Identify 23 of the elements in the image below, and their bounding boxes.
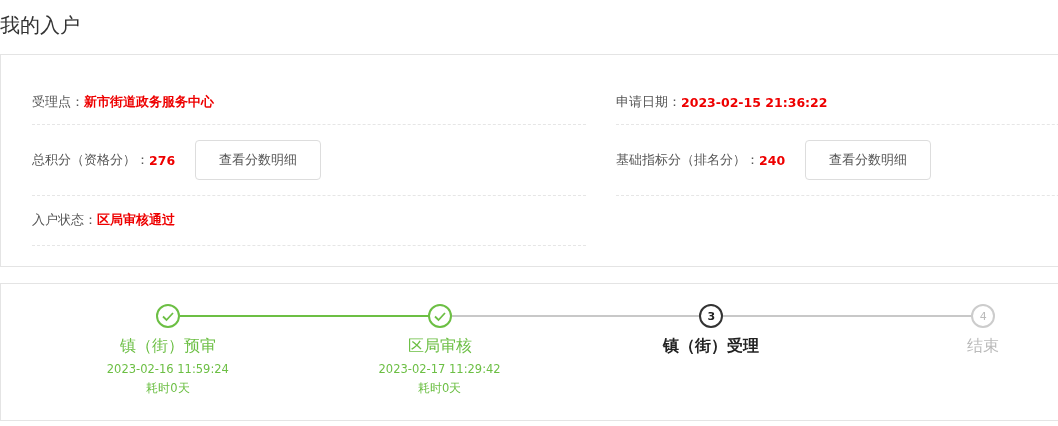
field-label: 申请日期：	[616, 93, 681, 111]
field-label: 基础指标分（排名分）：	[616, 151, 759, 169]
page-title: 我的入户	[0, 12, 81, 39]
field-value: 276	[149, 152, 176, 168]
step-duration: 耗时0天	[417, 381, 462, 396]
step-title: 区局审核	[407, 336, 472, 357]
score-detail-button[interactable]: 查看分数明细	[805, 140, 932, 180]
score-detail-button[interactable]: 查看分数明细	[195, 140, 322, 180]
step-title: 镇（街）预审	[119, 336, 216, 357]
field-value: 240	[759, 152, 786, 168]
field-value: 新市街道政务服务中心	[84, 93, 214, 111]
field-label: 受理点：	[32, 93, 84, 111]
step-title: 结束	[967, 336, 1000, 357]
step-time: 2023-02-17 11:29:42	[378, 362, 501, 376]
field-label: 入户状态：	[32, 212, 97, 229]
field-value: 2023-02-15 21:36:22	[681, 94, 828, 110]
step-number: 4	[971, 304, 996, 328]
step-title: 镇（街）受理	[663, 336, 760, 357]
step-number: 3	[699, 304, 724, 328]
step-time: 2023-02-16 11:59:24	[106, 362, 229, 376]
field-label: 总积分（资格分）：	[32, 151, 149, 169]
step-duration: 耗时0天	[146, 381, 190, 396]
field-value: 区局审核通过	[97, 212, 175, 229]
